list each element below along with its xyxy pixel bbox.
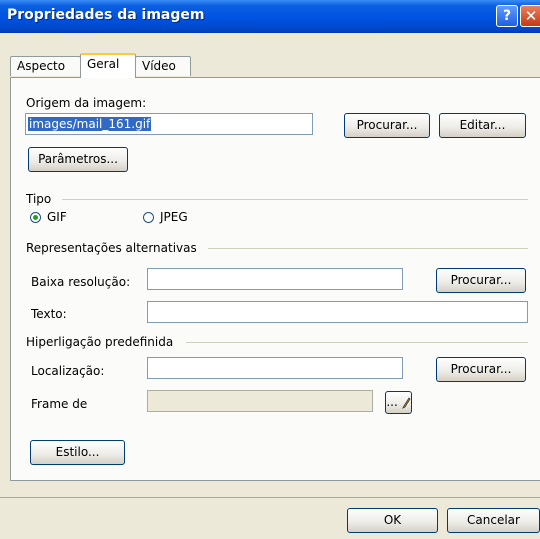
alt-representations-group: Representações alternativas: [26, 241, 528, 255]
type-group-divider: [62, 199, 528, 200]
tab-geral[interactable]: Geral: [80, 53, 136, 78]
text-label: Texto:: [31, 307, 67, 321]
location-input[interactable]: [147, 357, 403, 379]
title-bar[interactable]: Propriedades da imagem ? ✕: [0, 0, 540, 33]
image-source-input[interactable]: images/mail_161.gif: [25, 113, 313, 135]
image-source-value: images/mail_161.gif: [28, 117, 152, 131]
radio-jpeg-label: JPEG: [160, 210, 188, 224]
tab-aspecto[interactable]: Aspecto: [10, 56, 81, 76]
window-title: Propriedades da imagem: [7, 7, 205, 23]
radio-gif[interactable]: [30, 212, 41, 223]
target-frame-input: [147, 390, 373, 412]
browse-low-res-button[interactable]: Procurar...: [436, 268, 526, 293]
image-properties-dialog: Propriedades da imagem ? ✕ Aspecto Geral…: [0, 0, 540, 539]
ok-button[interactable]: OK: [347, 508, 438, 533]
browse-source-button[interactable]: Procurar...: [344, 113, 430, 138]
alt-representations-divider: [208, 248, 528, 249]
footer-divider: [0, 497, 540, 498]
style-button[interactable]: Estilo...: [30, 440, 125, 465]
image-source-label: Origem da imagem:: [26, 96, 147, 110]
frame-picker-ellipsis: ...: [386, 395, 398, 409]
cancel-button[interactable]: Cancelar: [447, 508, 540, 533]
browse-location-button[interactable]: Procurar...: [436, 357, 526, 382]
alt-representations-label: Representações alternativas: [26, 241, 197, 255]
close-button[interactable]: ✕: [520, 5, 540, 27]
pencil-icon: [401, 396, 411, 409]
hyperlink-group-label: Hiperligação predefinida: [26, 335, 174, 349]
close-icon: ✕: [524, 7, 538, 25]
edit-image-button[interactable]: Editar...: [439, 113, 526, 138]
low-res-label: Baixa resolução:: [31, 275, 131, 289]
target-frame-label: Frame de: [31, 397, 88, 411]
location-label: Localização:: [31, 364, 105, 378]
help-icon: ?: [502, 8, 512, 24]
frame-picker-button[interactable]: ...: [385, 391, 412, 414]
hyperlink-group: Hiperligação predefinida: [26, 335, 528, 349]
hyperlink-group-divider: [186, 342, 528, 343]
alt-text-input[interactable]: [147, 301, 528, 323]
radio-jpeg[interactable]: [143, 212, 154, 223]
low-res-input[interactable]: [147, 268, 403, 290]
help-button[interactable]: ?: [496, 5, 518, 27]
parameters-button[interactable]: Parâmetros...: [28, 147, 128, 172]
radio-gif-label: GIF: [47, 210, 67, 224]
tab-video[interactable]: Vídeo: [135, 56, 191, 76]
type-group: Tipo: [26, 192, 528, 206]
type-group-label: Tipo: [26, 192, 52, 206]
